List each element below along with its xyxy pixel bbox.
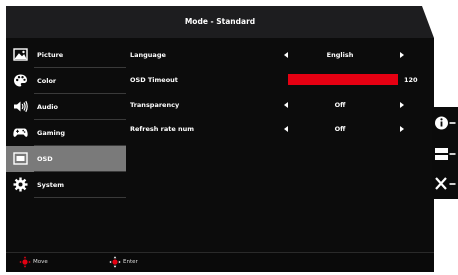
sidebar-item-system[interactable]: System — [6, 172, 126, 198]
sidebar-item-label: System — [37, 181, 65, 189]
sidebar-item-audio[interactable]: Audio — [6, 94, 126, 120]
setting-refresh-rate-num[interactable]: Refresh rate num Off — [130, 119, 430, 139]
left-arrow-icon[interactable] — [284, 52, 288, 58]
setting-transparency[interactable]: Transparency Off — [130, 95, 430, 115]
input-icon[interactable] — [434, 143, 456, 165]
osd-sidebar: Picture Color Audio Gaming OSD System — [6, 42, 126, 198]
divider — [6, 252, 434, 253]
header-corner-cut — [422, 6, 434, 38]
gear-icon — [13, 177, 28, 192]
joystick-move-icon — [19, 256, 31, 268]
sidebar-item-label: Gaming — [37, 129, 66, 137]
info-icon[interactable] — [434, 112, 456, 134]
right-arrow-icon[interactable] — [400, 126, 404, 132]
right-arrow-icon[interactable] — [400, 102, 404, 108]
osd-window: Mode - Standard Picture Color Audio Gami… — [6, 6, 434, 272]
joystick-enter-icon — [109, 256, 121, 268]
sidebar-item-label: Audio — [37, 103, 59, 111]
setting-language[interactable]: Language English — [130, 45, 430, 65]
left-arrow-icon[interactable] — [284, 126, 288, 132]
left-arrow-icon[interactable] — [284, 102, 288, 108]
enter-label: Enter — [123, 259, 138, 265]
side-hotkey-panel — [432, 107, 458, 199]
sidebar-item-picture[interactable]: Picture — [6, 42, 126, 68]
setting-label: Refresh rate num — [130, 125, 195, 133]
slider-value: 120 — [404, 76, 418, 84]
sidebar-item-label: Picture — [37, 51, 64, 59]
setting-label: OSD Timeout — [130, 76, 178, 84]
right-arrow-icon[interactable] — [400, 52, 404, 58]
sidebar-item-osd[interactable]: OSD — [6, 146, 126, 172]
setting-osd-timeout[interactable]: OSD Timeout 120 — [130, 70, 430, 90]
sidebar-item-gaming[interactable]: Gaming — [6, 120, 126, 146]
move-label: Move — [33, 259, 48, 265]
osd-footer: Move Enter — [6, 252, 434, 272]
divider — [34, 197, 126, 198]
setting-label: Language — [130, 51, 166, 59]
sidebar-item-color[interactable]: Color — [6, 68, 126, 94]
setting-value: Off — [334, 125, 346, 133]
picture-icon — [13, 48, 28, 61]
sidebar-item-label: Color — [37, 77, 57, 85]
setting-value: Off — [334, 101, 346, 109]
speaker-icon — [14, 100, 28, 113]
gamepad-icon — [13, 128, 28, 137]
osd-header: Mode - Standard — [6, 6, 434, 38]
osd-timeout-slider[interactable] — [288, 74, 398, 85]
osd-icon — [13, 152, 28, 165]
sidebar-item-label: OSD — [37, 155, 53, 163]
setting-value: English — [326, 51, 354, 59]
close-icon[interactable] — [434, 173, 456, 195]
slider-fill — [288, 74, 398, 85]
setting-label: Transparency — [130, 101, 180, 109]
palette-icon — [14, 74, 27, 87]
mode-title: Mode - Standard — [184, 17, 256, 26]
